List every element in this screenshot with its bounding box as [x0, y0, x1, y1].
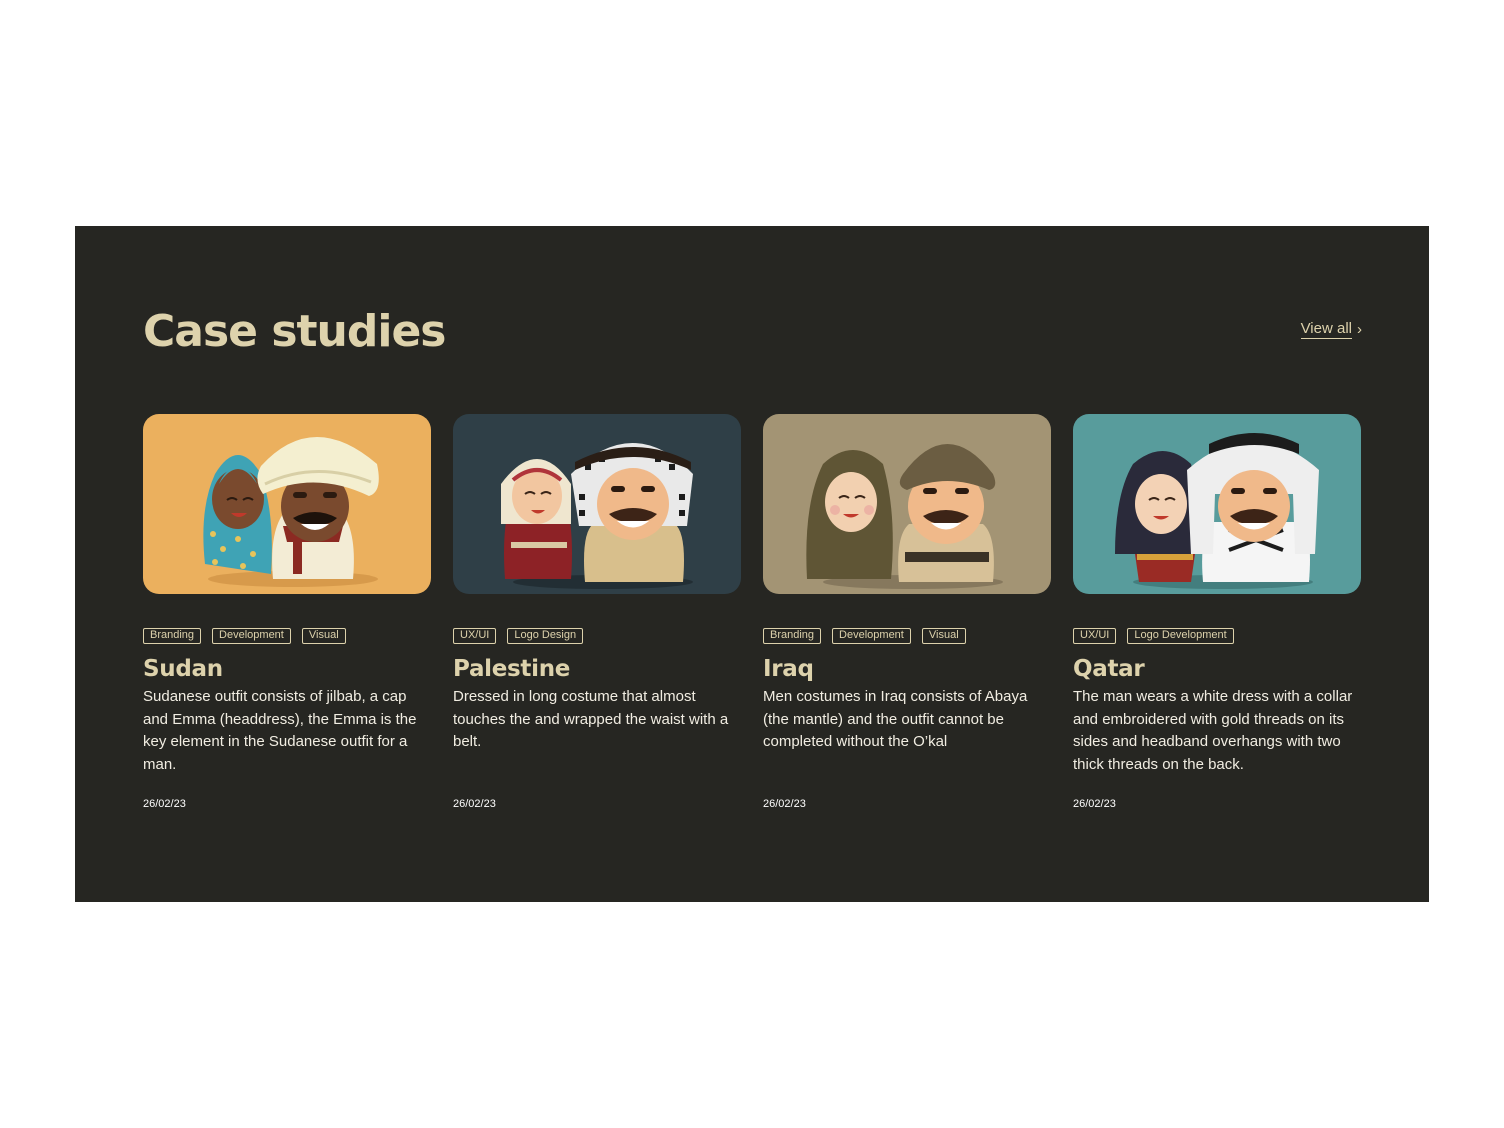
case-study-card-palestine[interactable]: UX/UI Logo Design Palestine Dressed in l…	[453, 414, 741, 811]
card-date: 26/02/23	[1073, 798, 1116, 810]
qatar-couple-illustration	[1073, 414, 1361, 594]
card-title[interactable]: Iraq	[763, 654, 1051, 684]
chevron-right-icon: ›	[1357, 320, 1362, 338]
view-all-label: View all	[1300, 320, 1352, 339]
case-study-thumbnail-iraq[interactable]	[763, 414, 1051, 594]
case-study-card-qatar[interactable]: UX/UI Logo Development Qatar The man wea…	[1073, 414, 1361, 811]
tag[interactable]: Visual	[301, 628, 346, 644]
tag[interactable]: Branding	[143, 628, 202, 644]
card-description: Men costumes in Iraq consists of Abaya (…	[763, 688, 1028, 751]
tag[interactable]: UX/UI	[453, 628, 497, 644]
case-study-card-sudan[interactable]: Branding Development Visual Sudan Sudane…	[143, 414, 431, 811]
case-study-card-iraq[interactable]: Branding Development Visual Iraq Men cos…	[763, 414, 1051, 811]
tag[interactable]: Branding	[763, 628, 822, 644]
tag[interactable]: Development	[212, 628, 291, 644]
card-title[interactable]: Qatar	[1073, 654, 1361, 684]
card-description: The man wears a white dress with a colla…	[1073, 688, 1353, 774]
card-title[interactable]: Palestine	[453, 654, 741, 684]
case-studies-section: Case studies View all › Branding Develop…	[75, 226, 1429, 902]
tag[interactable]: Visual	[921, 628, 966, 644]
tag-list: UX/UI Logo Design	[453, 628, 741, 644]
tag-list: Branding Development Visual	[763, 628, 1051, 644]
tag[interactable]: Logo Development	[1127, 628, 1234, 644]
view-all-link[interactable]: View all ›	[1300, 320, 1362, 339]
card-date: 26/02/23	[453, 798, 496, 810]
tag-list: UX/UI Logo Development	[1073, 628, 1361, 644]
card-description: Dressed in long costume that almost touc…	[453, 688, 729, 751]
palestine-couple-illustration	[453, 414, 741, 594]
case-study-cards: Branding Development Visual Sudan Sudane…	[143, 414, 1361, 834]
case-study-thumbnail-sudan[interactable]	[143, 414, 431, 594]
card-description: Sudanese outfit consists of jilbab, a ca…	[143, 688, 417, 774]
tag[interactable]: Logo Design	[507, 628, 584, 644]
iraq-couple-illustration	[763, 414, 1051, 594]
case-study-thumbnail-qatar[interactable]	[1073, 414, 1361, 594]
case-study-thumbnail-palestine[interactable]	[453, 414, 741, 594]
tag[interactable]: UX/UI	[1073, 628, 1117, 644]
tag-list: Branding Development Visual	[143, 628, 431, 644]
tag[interactable]: Development	[832, 628, 911, 644]
sudan-couple-illustration	[143, 414, 431, 594]
card-title[interactable]: Sudan	[143, 654, 431, 684]
card-date: 26/02/23	[143, 798, 186, 810]
section-title: Case studies	[143, 306, 446, 357]
card-date: 26/02/23	[763, 798, 806, 810]
